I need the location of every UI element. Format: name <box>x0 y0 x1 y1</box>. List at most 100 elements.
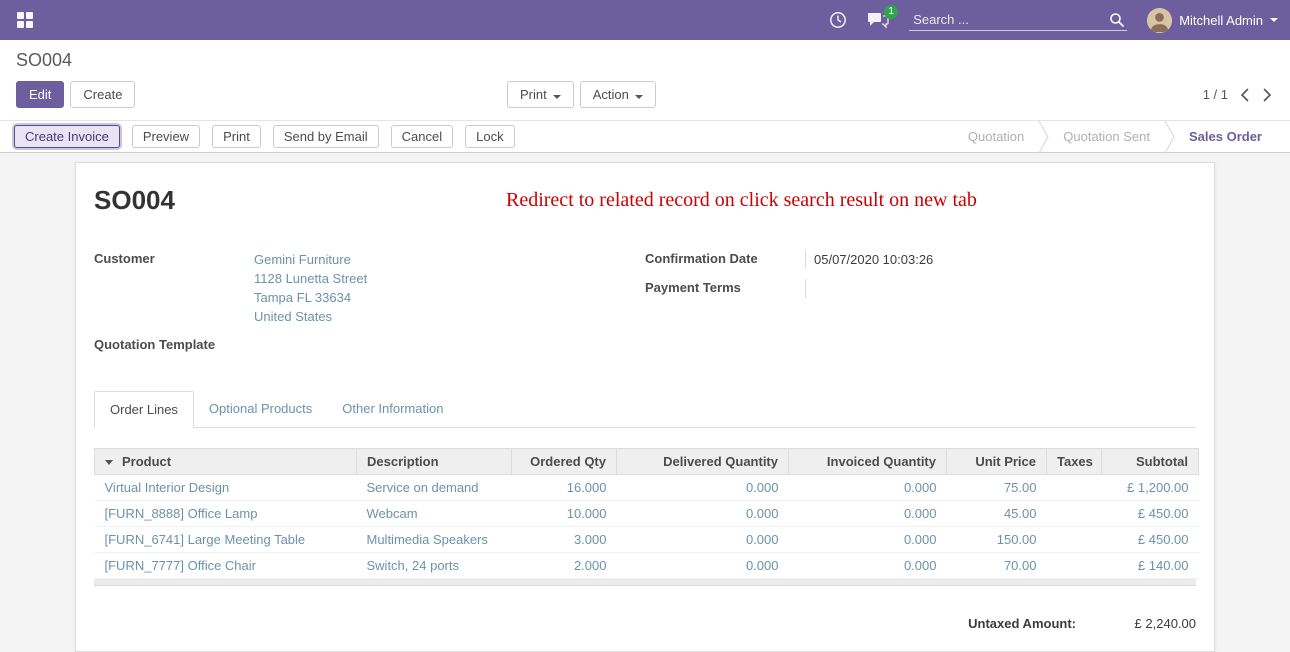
cell-delivered-qty: 0.000 <box>617 501 789 527</box>
cell-ordered-qty: 3.000 <box>512 527 617 553</box>
action-menu-label: Action <box>593 87 629 102</box>
cell-subtotal: £ 450.00 <box>1102 501 1199 527</box>
tab-order-lines[interactable]: Order Lines <box>94 391 194 428</box>
table-row[interactable]: [FURN_6741] Large Meeting Table Multimed… <box>95 527 1199 553</box>
pager-previous-icon[interactable] <box>1238 86 1251 104</box>
send-by-email-button[interactable]: Send by Email <box>273 125 379 148</box>
column-header-ordered-qty[interactable]: Ordered Qty <box>512 449 617 475</box>
cell-ordered-qty: 16.000 <box>512 475 617 501</box>
form-sheet: SO004 Redirect to related record on clic… <box>75 162 1215 652</box>
grid-icon <box>17 12 33 28</box>
cell-product[interactable]: [FURN_7777] Office Chair <box>95 553 357 579</box>
cell-invoiced-qty: 0.000 <box>789 527 947 553</box>
status-arrow-icon <box>1038 121 1049 152</box>
cell-product[interactable]: [FURN_6741] Large Meeting Table <box>95 527 357 553</box>
field-groups: Customer Gemini Furniture 1128 Lunetta S… <box>94 250 1196 365</box>
sort-caret-icon <box>105 460 113 465</box>
preview-button[interactable]: Preview <box>132 125 200 148</box>
search-icon[interactable] <box>1109 12 1125 28</box>
pager: 1 / 1 <box>1203 86 1274 104</box>
quotation-template-label: Quotation Template <box>94 336 254 355</box>
cell-description[interactable]: Switch, 24 ports <box>357 553 512 579</box>
cell-description[interactable]: Service on demand <box>357 475 512 501</box>
table-row[interactable]: Virtual Interior Design Service on deman… <box>95 475 1199 501</box>
column-header-invoiced-qty[interactable]: Invoiced Quantity <box>789 449 947 475</box>
cell-delivered-qty: 0.000 <box>617 527 789 553</box>
cell-subtotal: £ 450.00 <box>1102 527 1199 553</box>
cell-unit-price: 150.00 <box>947 527 1047 553</box>
cell-ordered-qty: 10.000 <box>512 501 617 527</box>
tab-optional-products[interactable]: Optional Products <box>194 391 327 428</box>
totals-section: Untaxed Amount: £ 2,240.00 <box>94 616 1196 651</box>
activities-clock-icon[interactable] <box>829 11 847 29</box>
action-menu-button[interactable]: Action <box>580 81 656 108</box>
messages-icon[interactable]: 1 <box>867 12 889 29</box>
message-badge: 1 <box>884 5 898 19</box>
pager-counter: 1 / 1 <box>1203 87 1228 102</box>
cell-ordered-qty: 2.000 <box>512 553 617 579</box>
cell-taxes <box>1047 553 1102 579</box>
cell-taxes <box>1047 527 1102 553</box>
annotation-text: Redirect to related record on click sear… <box>506 189 977 212</box>
cell-delivered-qty: 0.000 <box>617 475 789 501</box>
status-pipeline: Quotation Quotation Sent Sales Order <box>954 121 1290 152</box>
quotation-template-value[interactable] <box>254 336 645 355</box>
cell-subtotal: £ 1,200.00 <box>1102 475 1199 501</box>
column-header-description[interactable]: Description <box>357 449 512 475</box>
print-menu-label: Print <box>520 87 547 102</box>
table-row[interactable]: [FURN_8888] Office Lamp Webcam 10.000 0.… <box>95 501 1199 527</box>
apps-menu-icon[interactable] <box>12 7 38 33</box>
status-step-sales-order[interactable]: Sales Order <box>1175 129 1276 144</box>
cell-description[interactable]: Webcam <box>357 501 512 527</box>
cell-product[interactable]: Virtual Interior Design <box>95 475 357 501</box>
cell-delivered-qty: 0.000 <box>617 553 789 579</box>
tab-other-information[interactable]: Other Information <box>327 391 458 428</box>
cell-description[interactable]: Multimedia Speakers <box>357 527 512 553</box>
order-lines-table: Product Description Ordered Qty Delivere… <box>94 448 1199 579</box>
cell-unit-price: 75.00 <box>947 475 1047 501</box>
column-header-subtotal[interactable]: Subtotal <box>1102 449 1199 475</box>
avatar <box>1147 8 1172 33</box>
user-name: Mitchell Admin <box>1179 13 1263 28</box>
cell-taxes <box>1047 475 1102 501</box>
customer-name[interactable]: Gemini Furniture <box>254 250 645 269</box>
confirmation-date-label: Confirmation Date <box>645 250 805 269</box>
cell-subtotal: £ 140.00 <box>1102 553 1199 579</box>
cell-invoiced-qty: 0.000 <box>789 501 947 527</box>
search-input[interactable] <box>911 11 1109 28</box>
status-step-quotation[interactable]: Quotation <box>954 129 1038 144</box>
customer-street: 1128 Lunetta Street <box>254 269 645 288</box>
cell-unit-price: 45.00 <box>947 501 1047 527</box>
column-header-delivered-qty[interactable]: Delivered Quantity <box>617 449 789 475</box>
confirmation-date-value: 05/07/2020 10:03:26 <box>805 250 1196 269</box>
cell-invoiced-qty: 0.000 <box>789 553 947 579</box>
payment-terms-value[interactable] <box>805 279 1196 298</box>
column-header-product[interactable]: Product <box>95 449 357 475</box>
top-navbar: 1 Mitchell Admin <box>0 0 1290 40</box>
customer-value[interactable]: Gemini Furniture 1128 Lunetta Street Tam… <box>254 250 645 326</box>
create-button[interactable]: Create <box>70 81 135 108</box>
status-arrow-icon <box>1164 121 1175 152</box>
lock-button[interactable]: Lock <box>465 125 514 148</box>
edit-button[interactable]: Edit <box>16 81 64 108</box>
column-header-unit-price[interactable]: Unit Price <box>947 449 1047 475</box>
customer-country: United States <box>254 307 645 326</box>
column-header-taxes[interactable]: Taxes <box>1047 449 1102 475</box>
create-invoice-button[interactable]: Create Invoice <box>14 125 120 148</box>
chevron-down-icon <box>553 95 561 99</box>
status-step-quotation-sent[interactable]: Quotation Sent <box>1049 129 1164 144</box>
print-button[interactable]: Print <box>212 125 261 148</box>
main-content: SO004 Redirect to related record on clic… <box>0 153 1290 652</box>
navbar-search <box>909 9 1127 31</box>
cell-invoiced-qty: 0.000 <box>789 475 947 501</box>
print-menu-button[interactable]: Print <box>507 81 574 108</box>
customer-label: Customer <box>94 250 254 326</box>
user-menu[interactable]: Mitchell Admin <box>1147 8 1278 33</box>
table-footer-strip <box>94 579 1196 586</box>
cell-product[interactable]: [FURN_8888] Office Lamp <box>95 501 357 527</box>
pager-next-icon[interactable] <box>1261 86 1274 104</box>
cancel-button[interactable]: Cancel <box>391 125 453 148</box>
statusbar: Create Invoice Preview Print Send by Ema… <box>0 120 1290 153</box>
cell-taxes <box>1047 501 1102 527</box>
table-row[interactable]: [FURN_7777] Office Chair Switch, 24 port… <box>95 553 1199 579</box>
